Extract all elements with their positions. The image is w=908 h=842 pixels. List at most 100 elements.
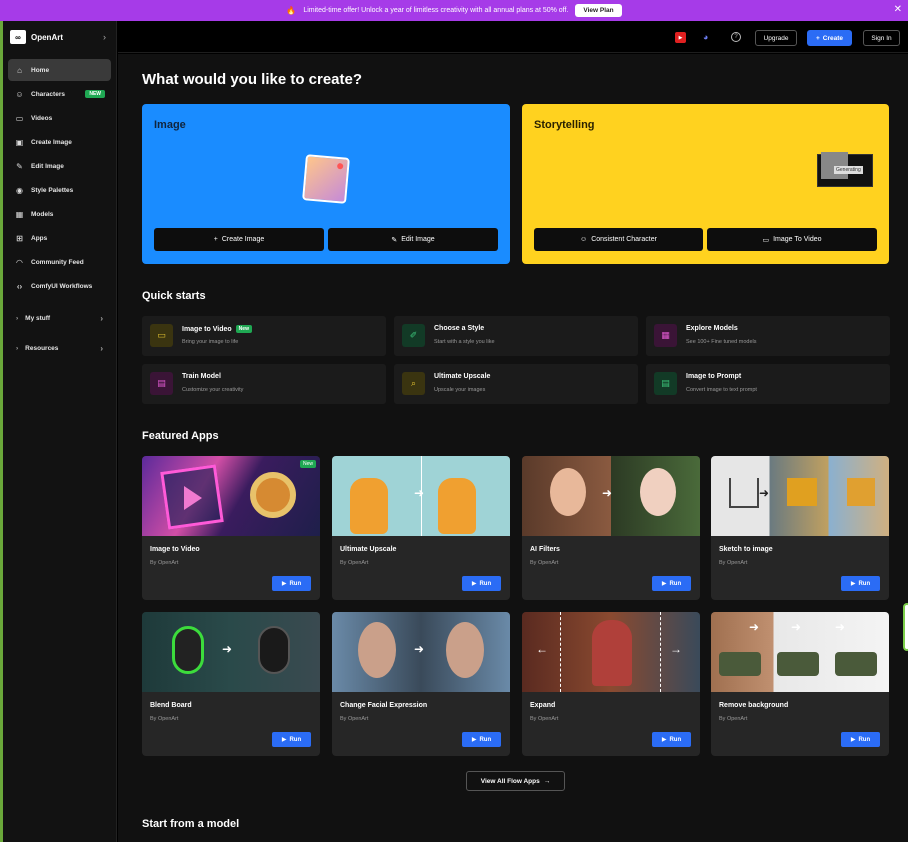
- run-button[interactable]: ▶ Run: [652, 576, 691, 591]
- app-card-image-to-video[interactable]: New Image to Video By OpenArt ▶ Run: [142, 456, 320, 600]
- sidebar: ∞ OpenArt › ⌂ Home ☺ Characters NEW ▭ Vi…: [3, 21, 117, 842]
- sidebar-item-style-palettes[interactable]: ◉ Style Palettes: [8, 179, 111, 201]
- run-button[interactable]: ▶ Run: [462, 576, 501, 591]
- discord-icon[interactable]: ◕: [703, 32, 715, 42]
- quick-start-title: Ultimate Upscale: [434, 373, 491, 380]
- app-thumbnail: ➜: [522, 456, 700, 536]
- button-label: View All Flow Apps: [480, 777, 540, 785]
- video-icon: ▭: [150, 324, 173, 347]
- create-button[interactable]: + Create: [807, 30, 852, 46]
- storytelling-hero-card[interactable]: Storytelling Generating ☺ Consistent Cha…: [522, 104, 889, 264]
- help-icon[interactable]: ?: [731, 32, 741, 42]
- app-thumbnail: New: [142, 456, 320, 536]
- upgrade-button[interactable]: Upgrade: [755, 30, 797, 46]
- sidebar-item-label: Home: [31, 66, 50, 74]
- run-button[interactable]: ▶ Run: [462, 732, 501, 747]
- document-icon: ▤: [150, 372, 173, 395]
- app-card-sketch-to-image[interactable]: ➜ Sketch to image By OpenArt ▶ Run: [711, 456, 889, 600]
- palette-icon: ◉: [16, 185, 23, 195]
- app-card-change-facial-expression[interactable]: ➜ Change Facial Expression By OpenArt ▶ R…: [332, 612, 510, 756]
- app-card-blend-board[interactable]: ➜ Blend Board By OpenArt ▶ Run: [142, 612, 320, 756]
- quick-start-explore-models[interactable]: ▦ Explore Models See 100+ Fine tuned mod…: [646, 316, 890, 356]
- app-thumbnail: ➜: [142, 612, 320, 692]
- grid-icon: ▦: [654, 324, 677, 347]
- app-card-remove-background[interactable]: ➜ ➜ ➜ Remove background By OpenArt ▶ Run: [711, 612, 889, 756]
- image-icon: ▣: [15, 137, 24, 147]
- sidebar-item-characters[interactable]: ☺ Characters NEW: [8, 83, 111, 105]
- sidebar-item-apps[interactable]: ⊞ Apps: [8, 227, 111, 249]
- sidebar-item-models[interactable]: ▦ Models: [8, 203, 111, 225]
- app-author: By OpenArt: [340, 560, 369, 566]
- consistent-character-button[interactable]: ☺ Consistent Character: [534, 228, 703, 251]
- sidebar-group-my-stuff[interactable]: › My stuff ›: [8, 307, 111, 329]
- sidebar-item-label: Create Image: [31, 138, 72, 146]
- view-plan-button[interactable]: View Plan: [575, 4, 622, 17]
- quick-start-ultimate-upscale[interactable]: ⌕ Ultimate Upscale Upscale your images: [394, 364, 638, 404]
- run-button[interactable]: ▶ Run: [841, 576, 880, 591]
- featured-apps-heading: Featured Apps: [142, 430, 219, 442]
- sidebar-item-label: ComfyUI Workflows: [31, 282, 93, 290]
- run-button[interactable]: ▶ Run: [652, 732, 691, 747]
- main-content: What would you like to create? Image + C…: [118, 54, 908, 842]
- sidebar-item-comfyui-workflows[interactable]: ‹› ComfyUI Workflows: [8, 275, 111, 297]
- run-label: Run: [479, 580, 492, 587]
- image-hero-card[interactable]: Image + Create Image ✎ Edit Image: [142, 104, 510, 264]
- home-icon: ⌂: [17, 65, 22, 75]
- app-title: Image to Video: [150, 546, 200, 553]
- grid-icon: ▦: [15, 209, 24, 219]
- quick-start-image-to-prompt[interactable]: ▤ Image to Prompt Convert image to text …: [646, 364, 890, 404]
- app-card-ultimate-upscale[interactable]: ➜ Ultimate Upscale By OpenArt ▶ Run: [332, 456, 510, 600]
- sidebar-group-resources[interactable]: › Resources ›: [8, 337, 111, 359]
- new-badge: New: [299, 460, 316, 468]
- sidebar-item-label: Models: [31, 210, 54, 218]
- feed-icon: ◠: [16, 257, 23, 267]
- photo-illustration: [302, 154, 350, 204]
- edit-image-button[interactable]: ✎ Edit Image: [328, 228, 498, 251]
- sidebar-item-create-image[interactable]: ▣ Create Image: [8, 131, 111, 153]
- sidebar-item-edit-image[interactable]: ✎ Edit Image: [8, 155, 111, 177]
- youtube-icon[interactable]: ▶: [675, 32, 686, 43]
- play-icon: ▶: [661, 737, 667, 743]
- run-label: Run: [669, 580, 682, 587]
- promo-text: Limited-time offer! Unlock a year of lim…: [303, 7, 569, 14]
- sidebar-item-home[interactable]: ⌂ Home: [8, 59, 111, 81]
- code-icon: ‹›: [16, 281, 23, 291]
- generating-label: Generating: [834, 166, 863, 174]
- hero-title: Image: [154, 119, 186, 131]
- quick-start-subtitle: Customize your creativity: [182, 387, 244, 393]
- app-title: AI Filters: [530, 546, 560, 553]
- sign-in-button[interactable]: Sign In: [863, 30, 900, 46]
- app-card-ai-filters[interactable]: ➜ AI Filters By OpenArt ▶ Run: [522, 456, 700, 600]
- app-author: By OpenArt: [530, 716, 559, 722]
- app-thumbnail: ← →: [522, 612, 700, 692]
- quick-start-train-model[interactable]: ▤ Train Model Customize your creativity: [142, 364, 386, 404]
- create-image-button[interactable]: + Create Image: [154, 228, 324, 251]
- close-icon[interactable]: ✕: [894, 4, 902, 15]
- app-card-expand[interactable]: ← → Expand By OpenArt ▶ Run: [522, 612, 700, 756]
- quick-start-subtitle: See 100+ Fine tuned models: [686, 339, 757, 345]
- quick-starts-heading: Quick starts: [142, 290, 206, 302]
- search-icon: ⌕: [402, 372, 425, 395]
- sidebar-item-label: Community Feed: [31, 258, 84, 266]
- quick-start-title: Image to Video: [182, 325, 232, 333]
- sidebar-item-label: Edit Image: [31, 162, 64, 170]
- quick-start-choose-style[interactable]: ✐ Choose a Style Start with a style you …: [394, 316, 638, 356]
- edit-icon: ✎: [16, 161, 23, 171]
- app-thumbnail: ➜ ➜ ➜: [711, 612, 889, 692]
- edit-icon: ✎: [391, 236, 398, 244]
- sidebar-item-videos[interactable]: ▭ Videos: [8, 107, 111, 129]
- run-button[interactable]: ▶ Run: [272, 576, 311, 591]
- chevron-right-icon[interactable]: ›: [103, 32, 106, 42]
- sidebar-item-community-feed[interactable]: ◠ Community Feed: [8, 251, 111, 273]
- brand[interactable]: ∞ OpenArt ›: [3, 21, 116, 53]
- quick-start-image-to-video[interactable]: ▭ Image to Video New Bring your image to …: [142, 316, 386, 356]
- run-button[interactable]: ▶ Run: [841, 732, 880, 747]
- play-icon: ▶: [850, 581, 856, 587]
- run-button[interactable]: ▶ Run: [272, 732, 311, 747]
- image-to-video-button[interactable]: ▭ Image To Video: [707, 228, 877, 251]
- play-icon: ▶: [281, 737, 287, 743]
- side-panel-handle[interactable]: [903, 603, 908, 651]
- quick-start-subtitle: Start with a style you like: [434, 339, 495, 345]
- sidebar-item-label: Videos: [31, 114, 53, 122]
- view-all-flow-apps-button[interactable]: View All Flow Apps →: [466, 771, 565, 791]
